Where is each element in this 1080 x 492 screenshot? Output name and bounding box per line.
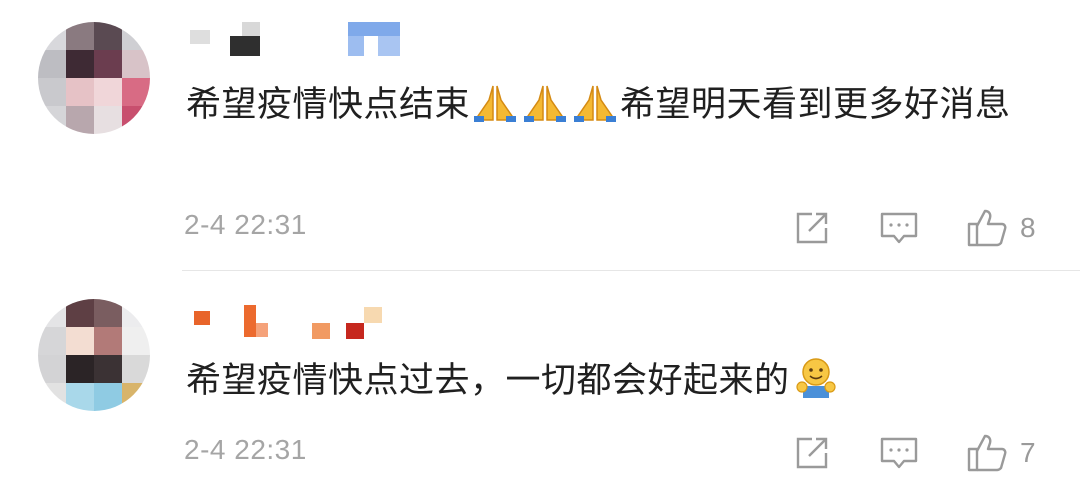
- timestamp: 2-4 22:31: [184, 434, 307, 465]
- comment-icon: [880, 212, 918, 244]
- comment-text-body: 希望疫情快点过去，一切都会好起来的: [186, 361, 790, 401]
- reply-button[interactable]: [878, 206, 920, 250]
- action-bar: 8: [790, 206, 1050, 250]
- pray-emoji: [474, 85, 517, 122]
- thumbs-up-icon: [967, 434, 1007, 472]
- like-count: 8: [1020, 212, 1036, 243]
- username-mosaic[interactable]: [190, 303, 450, 339]
- timestamp: 2-4 22:31: [184, 209, 307, 240]
- thumbs-up-icon: [967, 209, 1007, 247]
- comment-text: 希望疫情快点结束 希望明天看到更多好消息: [186, 76, 1046, 134]
- share-button[interactable]: [792, 206, 832, 250]
- avatar[interactable]: [38, 299, 150, 411]
- share-button[interactable]: [792, 431, 832, 475]
- share-icon: [796, 437, 828, 469]
- pray-emoji: [524, 85, 567, 122]
- comment-text-part2: 希望明天看到更多好消息: [620, 85, 1011, 125]
- avatar[interactable]: [38, 22, 150, 134]
- share-icon: [796, 212, 828, 244]
- username-mosaic[interactable]: [190, 22, 450, 58]
- pray-emoji: [574, 85, 617, 122]
- reply-button[interactable]: [878, 431, 920, 475]
- comment-item: 希望疫情快点结束 希望明天看到更多好消息 2-4 22:31 8: [0, 0, 1080, 270]
- comment-text: 希望疫情快点过去，一切都会好起来的: [186, 352, 1046, 410]
- comment-text-part1: 希望疫情快点结束: [186, 85, 471, 125]
- like-count: 7: [1020, 437, 1036, 468]
- comment-item: 希望疫情快点过去，一切都会好起来的 2-4 22:31 7: [0, 271, 1080, 492]
- like-button[interactable]: 8: [966, 206, 1036, 250]
- action-bar: 7: [790, 431, 1050, 475]
- hug-emoji: [795, 358, 836, 398]
- like-button[interactable]: 7: [966, 431, 1036, 475]
- comment-icon: [880, 437, 918, 469]
